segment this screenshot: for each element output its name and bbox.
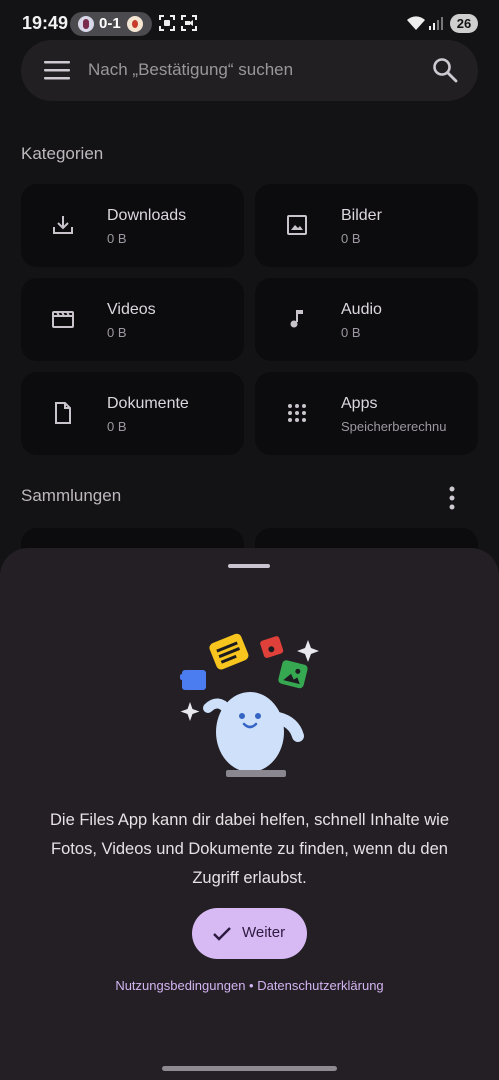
category-size: r Speicherberechnu: [341, 419, 447, 434]
sparkle-icon: [297, 640, 319, 662]
category-apps[interactable]: Apps r Speicherberechnu: [255, 372, 478, 455]
category-label: Videos: [107, 301, 156, 318]
document-icon: [55, 402, 71, 424]
check-icon: [213, 927, 231, 941]
link-separator: •: [245, 978, 258, 993]
continue-label: Weiter: [242, 924, 286, 941]
category-size: 0 B: [107, 419, 127, 434]
signal-icon: [429, 17, 443, 30]
permission-bottom-sheet: Die Files App kann dir dabei helfen, sch…: [0, 548, 499, 1080]
category-size: 0 B: [107, 231, 127, 246]
screenshot-icon: [159, 15, 175, 31]
team-logo-icon: [78, 16, 94, 32]
live-score: 0-1: [99, 15, 121, 32]
category-label: Downloads: [107, 207, 187, 224]
category-label: Bilder: [341, 207, 382, 224]
category-label: Audio: [341, 301, 382, 318]
continue-button[interactable]: Weiter: [192, 908, 307, 959]
category-documents[interactable]: Dokumente 0 B: [21, 372, 244, 455]
search-icon[interactable]: [432, 57, 458, 83]
terms-link[interactable]: Nutzungsbedingungen: [115, 978, 245, 993]
menu-icon[interactable]: [44, 60, 70, 80]
category-audio[interactable]: Audio 0 B: [255, 278, 478, 361]
download-icon: [53, 216, 73, 234]
collections-title: Sammlungen: [21, 486, 122, 505]
team-logo-icon: [127, 16, 143, 32]
battery-level: 26: [450, 14, 478, 33]
category-label: Dokumente: [107, 395, 189, 412]
category-images[interactable]: Bilder 0 B: [255, 184, 478, 267]
category-size: 0 B: [107, 325, 127, 340]
screen-record-icon: [181, 15, 197, 31]
category-downloads[interactable]: Downloads 0 B: [21, 184, 244, 267]
files-mascot-illustration: [180, 633, 319, 777]
wifi-icon: [407, 16, 425, 30]
sparkle-icon: [180, 702, 200, 721]
search-bar[interactable]: Nach „Bestätigung“ suchen: [21, 40, 478, 101]
more-vert-icon[interactable]: [439, 485, 465, 511]
photo-illustration-icon: [278, 660, 308, 689]
categories-title: Kategorien: [21, 144, 104, 163]
document-illustration-icon: [209, 633, 249, 670]
music-illustration-icon: [260, 636, 284, 658]
live-score-chip[interactable]: 0-1: [70, 12, 152, 36]
category-label: Apps: [341, 395, 378, 412]
legal-links: Nutzungsbedingungen • Datenschutzerkläru…: [0, 978, 499, 993]
category-size: 0 B: [341, 325, 361, 340]
image-icon: [287, 215, 307, 235]
status-time: 19:49: [22, 13, 69, 33]
apps-grid-icon: [288, 404, 306, 422]
drag-handle[interactable]: [228, 564, 270, 568]
privacy-link[interactable]: Datenschutzerklärung: [257, 978, 383, 993]
category-videos[interactable]: Videos 0 B: [21, 278, 244, 361]
search-input[interactable]: Nach „Bestätigung“ suchen: [88, 60, 293, 80]
category-size: 0 B: [341, 231, 361, 246]
movie-icon: [52, 311, 74, 328]
gesture-navigation-bar[interactable]: [162, 1066, 337, 1071]
music-note-icon: [290, 310, 303, 328]
permission-message: Die Files App kann dir dabei helfen, sch…: [50, 811, 449, 887]
